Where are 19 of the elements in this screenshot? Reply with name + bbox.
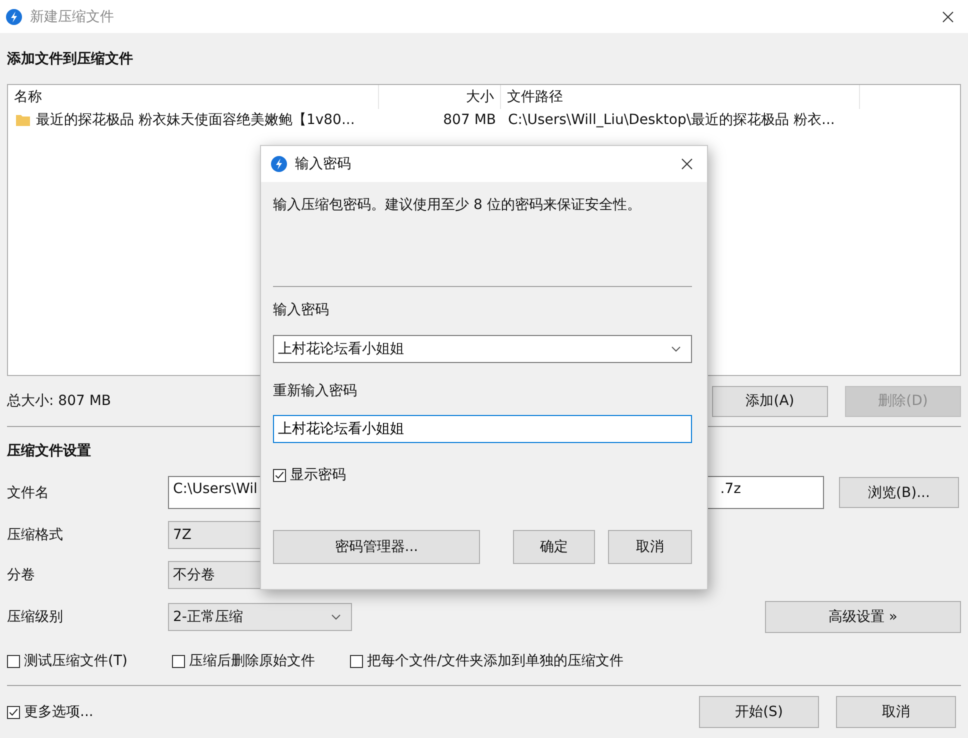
- field-value: .7z: [720, 481, 741, 497]
- field-label: 分卷: [7, 566, 36, 584]
- section-heading: 压缩文件设置: [7, 442, 92, 461]
- field-value: C:\Users\Wil: [173, 481, 258, 497]
- field-label: 压缩级别: [7, 608, 64, 626]
- section-heading: 添加文件到压缩文件: [7, 50, 134, 69]
- table-cell-text: 807 MB: [442, 112, 497, 128]
- dialog-message: 输入压缩包密码。建议使用至少 8 位的密码来保证安全性。: [273, 196, 642, 215]
- dropdown-value: 2-正常压缩: [173, 608, 243, 626]
- field-value: 上村花论坛看小姐姐: [278, 340, 404, 358]
- table-cell-text: C:\Users\Will_Liu\Desktop\最近的探花极品 粉衣...: [507, 111, 836, 129]
- field-label: 压缩格式: [7, 526, 64, 544]
- total-size: 总大小: 807 MB: [7, 392, 112, 410]
- window-title: 新建压缩文件: [30, 8, 114, 26]
- field-label: 输入密码: [273, 301, 330, 320]
- table-cell: 最近的探花极品 粉衣妹天使面容绝美嫩鲍【1v80...: [36, 111, 355, 129]
- dialog-title: 输入密码: [295, 155, 351, 173]
- field-label: 文件名: [7, 484, 50, 502]
- field-label: 重新输入密码: [273, 382, 358, 401]
